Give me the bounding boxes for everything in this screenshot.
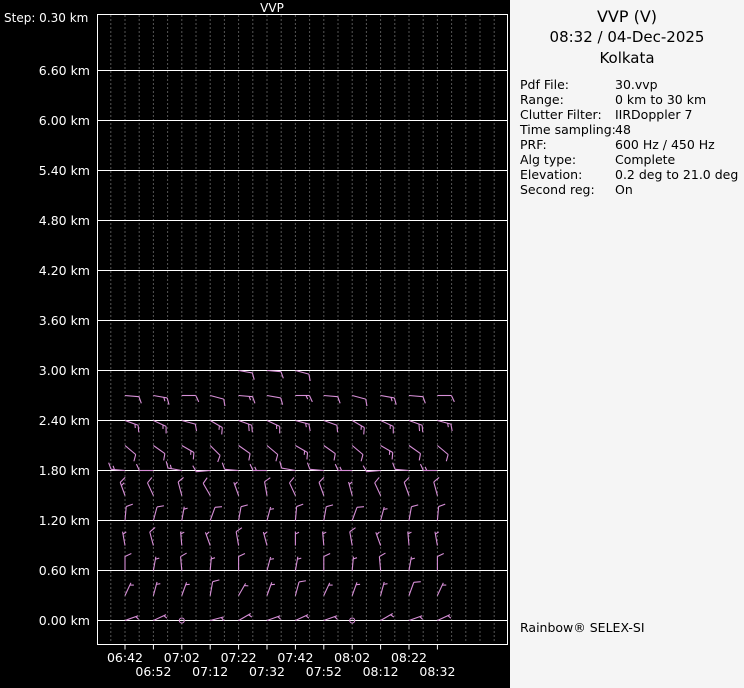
- param-label: PRF:: [520, 137, 547, 152]
- param-row: PRF: 600 Hz / 450 Hz: [520, 137, 740, 152]
- y-axis-label: 1.20 km: [38, 513, 90, 528]
- vvp-window: Step: 0.30 km VVP 6.60 km 6.00 km 5.40 km 4…: [0, 0, 744, 688]
- param-label: Clutter Filter:: [520, 107, 602, 122]
- x-axis-label: 07:12: [192, 664, 229, 679]
- param-value: 0.2 deg to 21.0 deg: [615, 167, 739, 182]
- x-axis-label: 08:32: [419, 664, 456, 679]
- param-value: IIRDoppler 7: [615, 107, 693, 122]
- param-row: Second reg: On: [520, 182, 740, 197]
- y-axis-label: 3.60 km: [38, 313, 90, 328]
- param-value: 48: [615, 122, 631, 137]
- y-axis-label: 4.20 km: [38, 263, 90, 278]
- param-row: Range: 0 km to 30 km: [520, 92, 740, 107]
- param-label: Elevation:: [520, 167, 583, 182]
- y-axis-label: 6.00 km: [38, 113, 90, 128]
- param-label: Time sampling:: [520, 122, 616, 137]
- y-axis-label: 6.60 km: [38, 63, 90, 78]
- side-panel: VVP (V) 08:32 / 04-Dec-2025 Kolkata Pdf …: [510, 0, 744, 688]
- panel-title: VVP (V): [596, 7, 658, 26]
- y-axis-label: 0.00 km: [38, 613, 90, 628]
- x-axis-label: 06:42: [106, 650, 144, 665]
- x-axis-label: 08:22: [390, 650, 428, 665]
- x-axis-label: 07:32: [248, 664, 286, 679]
- param-row: Pdf File: 30.vvp: [520, 77, 740, 92]
- param-value: Complete: [615, 152, 676, 167]
- y-axis-label: 1.80 km: [38, 463, 90, 478]
- x-axis-label: 07:22: [220, 650, 257, 665]
- x-axis-label: 06:52: [135, 664, 172, 679]
- param-row: Time sampling: 48: [520, 122, 740, 137]
- y-axis-label: 5.40 km: [38, 163, 90, 178]
- wind-barb-chart: [97, 14, 508, 650]
- param-label: Range:: [520, 92, 564, 107]
- param-label: Alg type:: [520, 152, 577, 167]
- param-row: Clutter Filter: IIRDoppler 7: [520, 107, 740, 122]
- param-value: On: [615, 182, 633, 197]
- param-value: 0 km to 30 km: [615, 92, 707, 107]
- x-axis-label: 08:12: [362, 664, 399, 679]
- param-value: 30.vvp: [615, 77, 658, 92]
- param-label: Second reg:: [520, 182, 595, 197]
- parameter-list: Pdf File: 30.vvp Range: 0 km to 30 km Clutte…: [510, 77, 744, 197]
- y-axis-label: 3.00 km: [38, 363, 90, 378]
- param-value: 600 Hz / 450 Hz: [615, 137, 715, 152]
- x-axis-label: 07:52: [305, 664, 342, 679]
- param-row: Elevation: 0.2 deg to 21.0 deg: [520, 167, 740, 182]
- y-axis-label: 2.40 km: [38, 413, 90, 428]
- panel-site: Kolkata: [599, 49, 655, 67]
- plot-area: Step: 0.30 km VVP 6.60 km 6.00 km 5.40 km 4…: [0, 0, 510, 688]
- y-axis-label: 4.80 km: [38, 213, 90, 228]
- x-axis-label: 07:42: [277, 650, 314, 665]
- x-axis-label: 07:02: [163, 650, 200, 665]
- param-row: Alg type: Complete: [520, 152, 740, 167]
- y-axis-label: 0.60 km: [38, 563, 90, 578]
- panel-footer: Rainbow® SELEX-SI: [520, 620, 645, 635]
- x-axis-label: 08:02: [334, 650, 371, 665]
- panel-datetime: 08:32 / 04-Dec-2025: [549, 28, 705, 46]
- param-label: Pdf File:: [520, 77, 569, 92]
